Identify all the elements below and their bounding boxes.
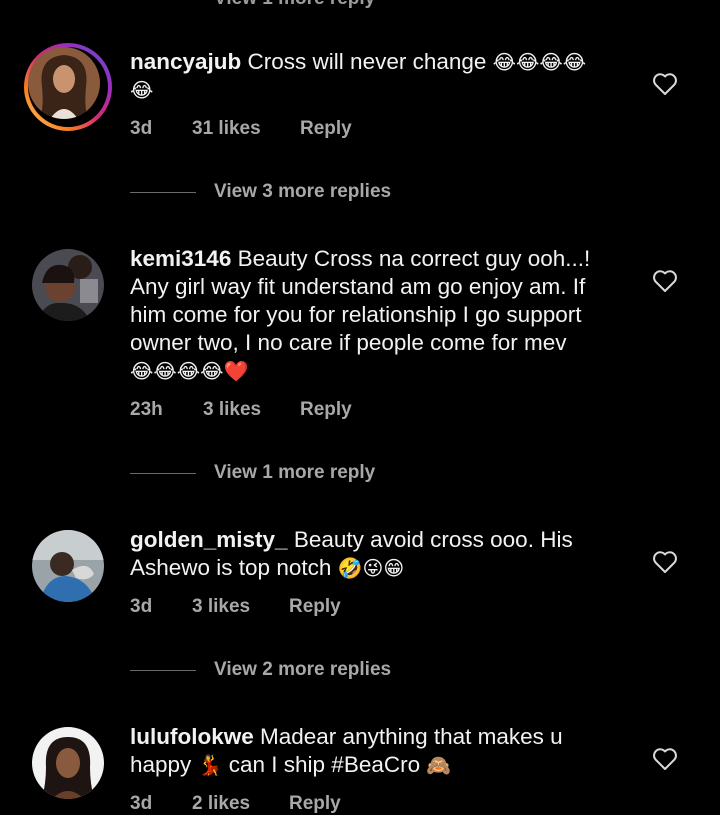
comment-time: 3d: [130, 118, 153, 139]
emoji-see-no-evil-icon: 🙈: [426, 753, 452, 777]
comment-body: Beauty Cross na correct guy ooh...!: [237, 246, 591, 271]
comment-body: owner two, I no care if people come for …: [130, 330, 567, 355]
comment-body: Beauty avoid cross ooo. His: [293, 527, 573, 552]
emoji-laughing-icon: 😂😂😂😂: [492, 50, 587, 74]
heart-outline-icon[interactable]: [652, 72, 678, 96]
reply-button[interactable]: Reply: [300, 399, 352, 421]
comment-body: Cross will never change: [247, 49, 487, 74]
view-more-replies-link-top[interactable]: View 1 more reply: [214, 0, 375, 10]
comment-body: Ashewo is top notch: [130, 555, 332, 580]
comment-time: 23h: [130, 399, 163, 420]
comment-text: lulufolokwe Madear anything that makes u…: [130, 723, 630, 779]
heart-outline-icon[interactable]: [652, 550, 678, 574]
comment-text: nancyajub Cross will never change 😂😂😂😂 😂: [130, 48, 630, 104]
comment-body: Any girl way fit understand am go enjoy …: [130, 274, 586, 299]
emoji-rofl-icon: 🤣😜😁: [337, 556, 405, 580]
comment-body: happy: [130, 752, 192, 777]
comment-likes[interactable]: 3 likes: [192, 596, 250, 618]
view-replies-divider: [130, 192, 196, 193]
heart-outline-icon[interactable]: [652, 269, 678, 293]
comment-body: can I ship #BeaCro: [228, 752, 421, 777]
view-more-replies-link[interactable]: View 1 more reply: [214, 462, 375, 484]
comment-text: golden_misty_ Beauty avoid cross ooo. Hi…: [130, 526, 630, 582]
avatar: [28, 47, 100, 119]
comment-time: 3d: [130, 793, 153, 814]
view-replies-divider: [130, 473, 196, 474]
avatar[interactable]: [32, 530, 104, 602]
comment-likes[interactable]: 2 likes: [192, 793, 250, 815]
emoji-dancer-icon: 💃: [197, 753, 223, 777]
emoji-laughing-heart-icon: 😂😂😂😂❤️: [130, 359, 249, 383]
comment-body: him come for you for relationship I go s…: [130, 302, 582, 327]
view-more-replies-link[interactable]: View 2 more replies: [214, 659, 391, 681]
view-more-replies-link[interactable]: View 3 more replies: [214, 181, 391, 203]
reply-button[interactable]: Reply: [289, 793, 341, 815]
avatar[interactable]: [32, 249, 104, 321]
comment-time: 3d: [130, 596, 153, 617]
comment-text: kemi3146 Beauty Cross na correct guy ooh…: [130, 245, 630, 385]
comment-likes[interactable]: 3 likes: [203, 399, 261, 421]
avatar[interactable]: [32, 727, 104, 799]
comment-username[interactable]: lulufolokwe: [130, 724, 254, 749]
heart-outline-icon[interactable]: [652, 747, 678, 771]
reply-button[interactable]: Reply: [300, 118, 352, 140]
comment-username[interactable]: nancyajub: [130, 49, 241, 74]
comment-username[interactable]: kemi3146: [130, 246, 231, 271]
emoji-laughing-icon: 😂: [130, 78, 154, 102]
avatar-story-ring[interactable]: [24, 43, 112, 131]
view-replies-divider: [130, 670, 196, 671]
reply-button[interactable]: Reply: [289, 596, 341, 618]
comment-body: Madear anything that makes u: [260, 724, 563, 749]
comment-likes[interactable]: 31 likes: [192, 118, 261, 140]
comment-username[interactable]: golden_misty_: [130, 527, 288, 552]
